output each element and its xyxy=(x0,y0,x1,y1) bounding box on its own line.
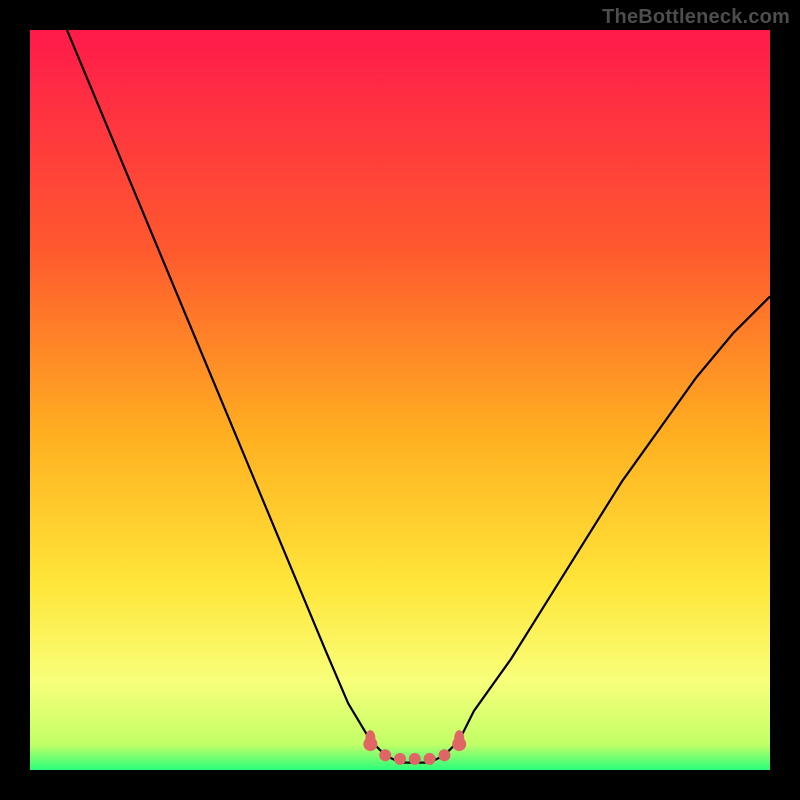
watermark-text: TheBottleneck.com xyxy=(602,6,790,29)
chart-frame xyxy=(30,30,770,770)
marker-blob xyxy=(454,730,464,746)
marker-dot xyxy=(379,749,391,761)
marker-dot xyxy=(424,753,436,765)
marker-dot xyxy=(409,753,421,765)
bottleneck-chart xyxy=(30,30,770,770)
marker-dot xyxy=(394,753,406,765)
marker-blob xyxy=(365,730,375,746)
gradient-background xyxy=(30,30,770,770)
marker-dot xyxy=(438,749,450,761)
